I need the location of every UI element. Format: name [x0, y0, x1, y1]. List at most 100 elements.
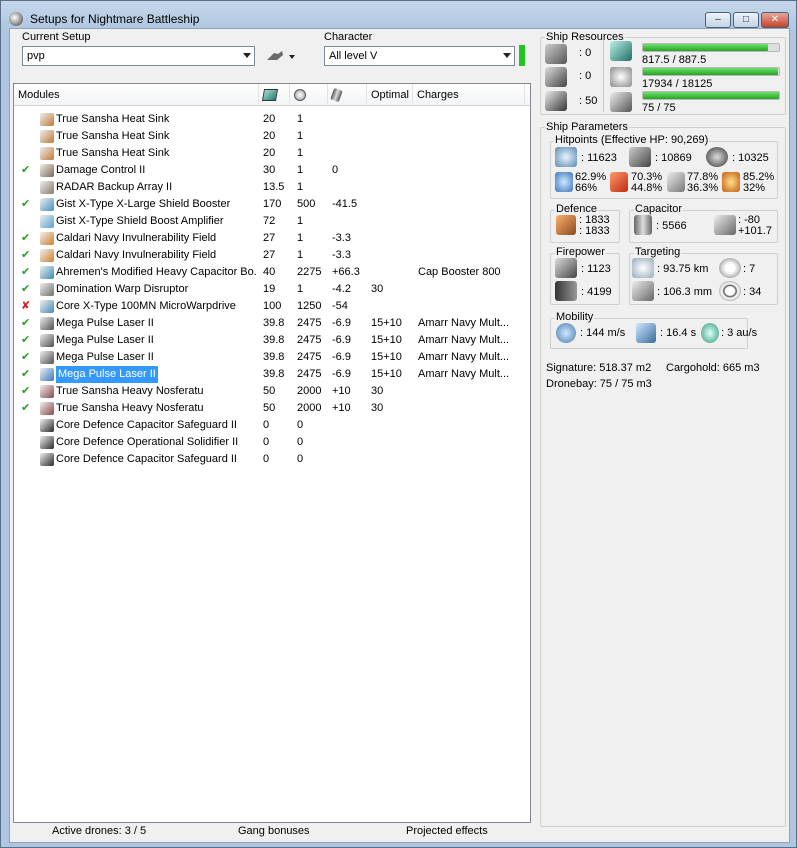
em-resist-armor: 66%: [575, 182, 598, 194]
setup-select-value: pvp: [27, 50, 45, 62]
rig-icon: [40, 453, 54, 466]
module-row[interactable]: ✔ Mega Pulse Laser II 39.8 2475 -6.9 15+10 Ama…: [14, 332, 530, 349]
module-row[interactable]: ✔ Caldari Navy Invulnerability Field 27 1 -3…: [14, 230, 530, 247]
ship-options-button[interactable]: [264, 48, 298, 65]
heat-sink-icon: [40, 130, 54, 143]
laser-icon: [40, 351, 54, 364]
minimize-button[interactable]: –: [705, 12, 731, 28]
module-name: Caldari Navy Invulnerability Field: [56, 249, 217, 261]
module-row[interactable]: ✔ Ahremen's Modified Heavy Capacitor Bo..…: [14, 264, 530, 281]
module-status-icon[interactable]: ✔: [21, 196, 35, 213]
microwarpdrive-icon: [40, 300, 54, 313]
column-capacitor[interactable]: [328, 84, 367, 106]
module-capacitor: -6.9: [332, 317, 351, 329]
module-name: Mega Pulse Laser II: [56, 317, 154, 329]
targeting-title: Targeting: [634, 246, 682, 258]
module-row[interactable]: Core Defence Capacitor Safeguard II 0 0: [14, 417, 530, 434]
module-row[interactable]: RADAR Backup Array II 13.5 1: [14, 179, 530, 196]
module-powergrid: 2475: [297, 368, 322, 380]
module-row[interactable]: ✔ Domination Warp Disruptor 19 1 -4.2 30: [14, 281, 530, 298]
scan-resolution-icon: [632, 281, 654, 301]
module-cpu: 39.8: [263, 317, 285, 329]
module-status-icon[interactable]: ✔: [21, 247, 35, 264]
laser-icon: [40, 334, 54, 347]
module-row[interactable]: Core Defence Capacitor Safeguard II 0 0: [14, 451, 530, 468]
active-drones-status[interactable]: Active drones: 3 / 5: [52, 825, 146, 837]
module-optimal: 30: [371, 385, 384, 397]
modules-list[interactable]: Modules Optimal Charges True Sansha Heat…: [13, 83, 531, 823]
column-optimal[interactable]: Optimal: [367, 84, 413, 106]
module-row[interactable]: True Sansha Heat Sink 20 1: [14, 111, 530, 128]
powergrid-value: 17934 / 18125: [642, 78, 713, 90]
module-cpu: 50: [263, 402, 276, 414]
module-row[interactable]: ✔ Gist X-Type X-Large Shield Booster 170 50…: [14, 196, 530, 213]
column-powergrid[interactable]: [290, 84, 328, 106]
module-powergrid: 0: [297, 419, 304, 431]
module-row[interactable]: ✔ Mega Pulse Laser II 39.8 2475 -6.9 15+10 Ama…: [14, 315, 530, 332]
thermal-resist-armor: 44.8%: [631, 182, 663, 194]
calibration-value: : 50: [579, 95, 598, 107]
current-setup-label: Current Setup: [22, 31, 91, 43]
module-capacitor: -41.5: [332, 198, 358, 210]
module-capacitor: -4.2: [332, 283, 351, 295]
powergrid-bar: [642, 67, 780, 76]
module-status-icon[interactable]: ✔: [21, 230, 35, 247]
module-row[interactable]: ✔ True Sansha Heavy Nosferatu 50 2000 +10 30: [14, 400, 530, 417]
module-powergrid: 2475: [297, 317, 322, 329]
module-row[interactable]: Core Defence Operational Solidifier II 0 0: [14, 434, 530, 451]
modules-header: Modules Optimal Charges: [14, 84, 530, 106]
module-powergrid: 1: [297, 164, 304, 176]
invulnerability-icon: [40, 249, 54, 262]
module-status-icon[interactable]: ✔: [21, 264, 35, 281]
column-modules[interactable]: Modules: [14, 84, 259, 106]
module-status-icon[interactable]: ✔: [21, 383, 35, 400]
kinetic-resist-armor: 36.3%: [687, 182, 719, 194]
close-button[interactable]: ✕: [761, 12, 789, 28]
module-status-icon[interactable]: ✔: [21, 315, 35, 332]
module-name: Gist X-Type X-Large Shield Booster: [56, 198, 231, 210]
module-status-icon[interactable]: ✘: [21, 298, 35, 315]
module-cpu: 39.8: [263, 334, 285, 346]
maximize-button[interactable]: □: [733, 12, 759, 28]
module-status-icon[interactable]: ✔: [21, 400, 35, 417]
resources-divider: [603, 40, 604, 112]
shield-booster-icon: [40, 198, 54, 211]
module-status-icon[interactable]: ✔: [21, 162, 35, 179]
module-status-icon[interactable]: ✔: [21, 281, 35, 298]
module-status-icon[interactable]: ✔: [21, 349, 35, 366]
module-cpu: 100: [263, 300, 282, 312]
module-row[interactable]: ✔ Mega Pulse Laser II 39.8 2475 -6.9 15+10 Ama…: [14, 366, 530, 383]
module-row[interactable]: ✔ Mega Pulse Laser II 39.8 2475 -6.9 15+10 Ama…: [14, 349, 530, 366]
column-cpu[interactable]: [259, 84, 290, 106]
module-row[interactable]: ✔ True Sansha Heavy Nosferatu 50 2000 +10 30: [14, 383, 530, 400]
projected-effects-button[interactable]: Projected effects: [406, 825, 488, 837]
module-row[interactable]: ✘ Core X-Type 100MN MicroWarpdrive 100 1250…: [14, 298, 530, 315]
module-powergrid: 1: [297, 181, 304, 193]
module-row[interactable]: ✔ Damage Control II 30 1 0: [14, 162, 530, 179]
mobility-title: Mobility: [555, 311, 595, 323]
module-row[interactable]: True Sansha Heat Sink 20 1: [14, 128, 530, 145]
module-row[interactable]: Gist X-Type Shield Boost Amplifier 72 1: [14, 213, 530, 230]
module-capacitor: -3.3: [332, 249, 351, 261]
module-powergrid: 1: [297, 113, 304, 125]
character-label: Character: [324, 31, 373, 43]
cpu-bar: [642, 43, 780, 52]
module-charges: Amarr Navy Mult...: [418, 317, 510, 329]
module-status-icon[interactable]: ✔: [21, 332, 35, 349]
module-row[interactable]: True Sansha Heat Sink 20 1: [14, 145, 530, 162]
module-name: RADAR Backup Array II: [56, 181, 173, 193]
invulnerability-icon: [40, 232, 54, 245]
powergrid-bar-fill: [643, 68, 778, 75]
column-charges[interactable]: Charges: [413, 84, 525, 106]
module-powergrid: 2000: [297, 402, 322, 414]
signature-radius: Signature: 518.37 m2: [546, 362, 652, 374]
module-row[interactable]: ✔ Caldari Navy Invulnerability Field 27 1 -3…: [14, 247, 530, 264]
setup-select[interactable]: pvp: [22, 46, 255, 66]
character-select[interactable]: All level V: [324, 46, 515, 66]
module-capacitor: -6.9: [332, 368, 351, 380]
module-name: Gist X-Type Shield Boost Amplifier: [56, 215, 224, 227]
gang-bonuses-button[interactable]: Gang bonuses: [238, 825, 310, 837]
module-capacitor: +66.3: [332, 266, 360, 278]
capacitor-recharge: +101.7: [738, 225, 772, 237]
module-status-icon[interactable]: ✔: [21, 366, 35, 383]
